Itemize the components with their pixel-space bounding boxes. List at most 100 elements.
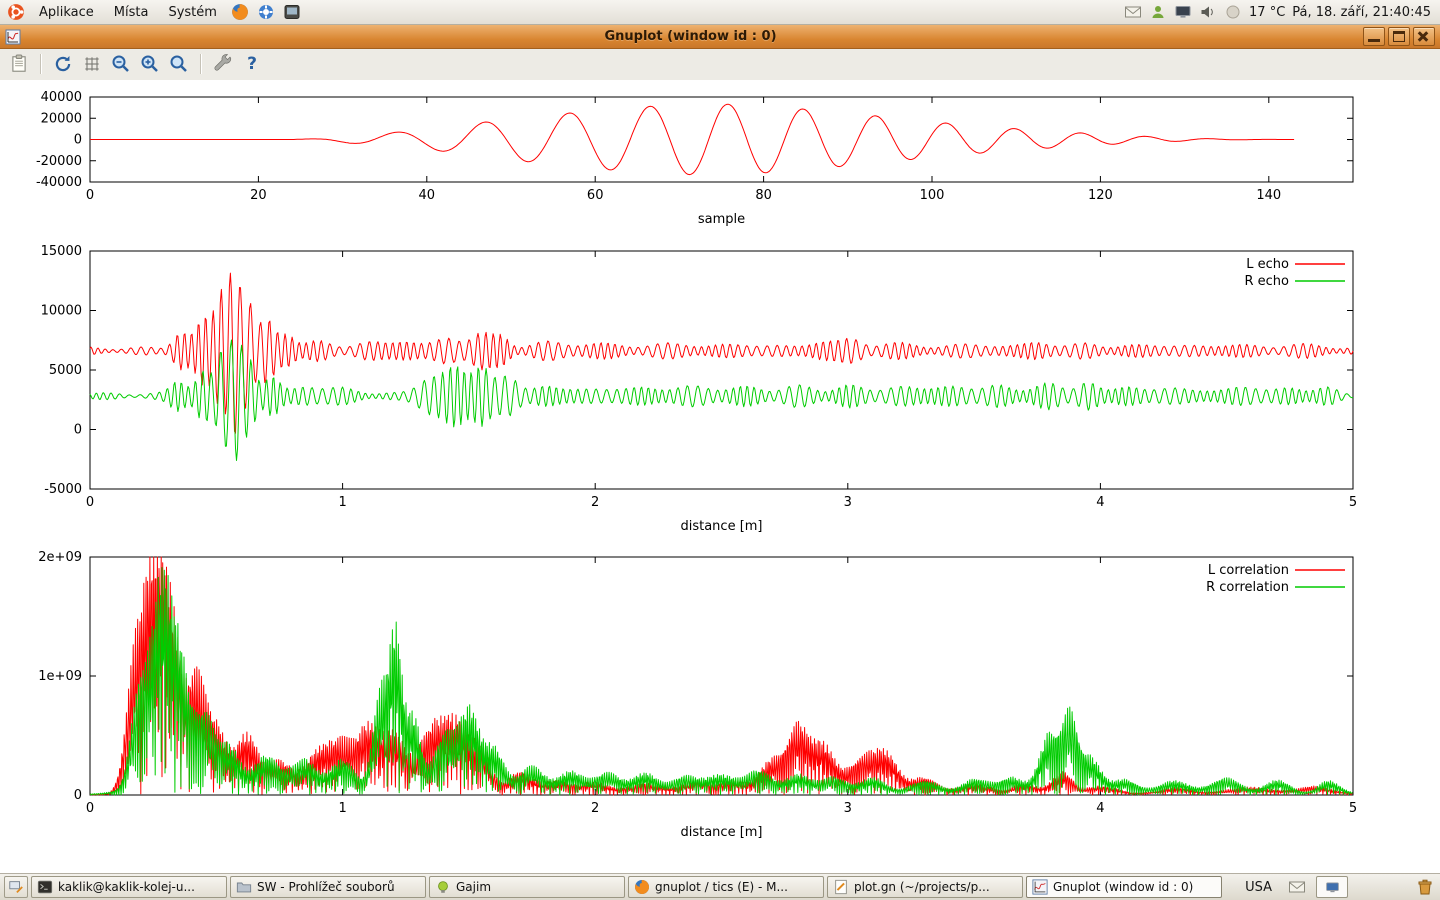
gnuplot-plots[interactable]: 020406080100120140-40000-200000200004000… xyxy=(0,80,1440,874)
volume-icon[interactable] xyxy=(1199,3,1217,21)
x-tick-label: 0 xyxy=(86,495,94,510)
y-tick-label: -20000 xyxy=(36,154,82,169)
desktop: Aplikace Místa Systém xyxy=(0,0,1440,900)
help-launcher-icon[interactable] xyxy=(257,3,275,21)
grid-icon xyxy=(82,54,102,74)
y-tick-label: 0 xyxy=(74,423,82,438)
series-l-correlation xyxy=(90,557,1353,795)
taskbar-button-label: gnuplot / tics (E) - M... xyxy=(655,880,788,894)
chart-1: 012345-5000050001000015000distance [m]L … xyxy=(41,244,1358,534)
mail-icon[interactable] xyxy=(1124,3,1142,21)
x-tick-label: 1 xyxy=(338,495,346,510)
x-tick-label: 1 xyxy=(338,801,346,816)
x-tick-label: 0 xyxy=(86,188,94,203)
user-switcher-icon[interactable] xyxy=(1149,3,1167,21)
taskbar-button-label: plot.gn (~/projects/p... xyxy=(854,880,990,894)
plot-border xyxy=(90,557,1353,795)
display-icon[interactable] xyxy=(1174,3,1192,21)
series-chirp-signal xyxy=(90,104,1294,174)
legend-label: R echo xyxy=(1244,274,1289,289)
minimize-icon xyxy=(1368,39,1380,42)
taskbar-button-firefox[interactable]: gnuplot / tics (E) - M... xyxy=(628,876,824,898)
ubuntu-logo-icon[interactable] xyxy=(7,3,25,21)
x-tick-label: 80 xyxy=(755,188,772,203)
toggle-grid-button[interactable] xyxy=(79,51,105,77)
x-tick-label: 3 xyxy=(844,801,852,816)
magnifier-plus-icon xyxy=(140,54,160,74)
maximize-button[interactable] xyxy=(1388,27,1410,46)
taskbar-button-label: kaklik@kaklik-kolej-u... xyxy=(58,880,195,894)
taskbar-button-terminal[interactable]: kaklik@kaklik-kolej-u... xyxy=(31,876,227,898)
x-tick-label: 20 xyxy=(250,188,267,203)
series-r-correlation xyxy=(90,568,1353,795)
legend-label: L correlation xyxy=(1208,563,1289,578)
plot-canvas[interactable]: 020406080100120140-40000-200000200004000… xyxy=(0,80,1440,874)
help-icon: ? xyxy=(247,54,257,74)
zoom-next-button[interactable] xyxy=(137,51,163,77)
x-tick-label: 140 xyxy=(1256,188,1281,203)
clipboard-icon xyxy=(9,54,29,74)
screenshot-launcher-icon[interactable] xyxy=(283,3,301,21)
weather-icon[interactable] xyxy=(1224,3,1242,21)
autoscale-button[interactable] xyxy=(166,51,192,77)
plot-border xyxy=(90,251,1353,489)
y-tick-label: 40000 xyxy=(41,90,82,105)
taskbar-button-file-manager[interactable]: SW - Prohlížeč souborů xyxy=(230,876,426,898)
keyboard-indicator[interactable]: USA xyxy=(1239,879,1278,896)
gajim-icon xyxy=(435,879,451,895)
menu-applications[interactable]: Aplikace xyxy=(31,3,102,22)
gnuplot-window-icon xyxy=(5,29,21,45)
display-icon xyxy=(1325,880,1340,895)
taskbar-button-gajim[interactable]: Gajim xyxy=(429,876,625,898)
x-tick-label: 5 xyxy=(1349,495,1357,510)
y-tick-label: 0 xyxy=(74,788,82,803)
taskbar-button-editor[interactable]: plot.gn (~/projects/p... xyxy=(827,876,1023,898)
y-tick-label: 15000 xyxy=(41,244,82,259)
help-button[interactable]: ? xyxy=(239,51,265,77)
gnuplot-toolbar: ? xyxy=(0,48,1440,80)
firefox-launcher-icon[interactable] xyxy=(231,3,249,21)
y-tick-label: 0 xyxy=(74,133,82,148)
firefox-icon xyxy=(634,879,650,895)
y-tick-label: 10000 xyxy=(41,304,82,319)
close-button[interactable] xyxy=(1413,27,1435,46)
taskbar: kaklik@kaklik-kolej-u... SW - Prohlížeč … xyxy=(0,873,1440,900)
menu-places[interactable]: Místa xyxy=(106,3,157,22)
menu-system[interactable]: Systém xyxy=(160,3,224,22)
file-manager-icon xyxy=(236,879,252,895)
titlebar[interactable]: Gnuplot (window id : 0) xyxy=(0,24,1440,49)
panel-tray: 17 °C Pá, 18. září, 21:40:45 xyxy=(1124,3,1435,21)
series-l-echo xyxy=(90,273,1353,433)
taskbar-button-label: Gajim xyxy=(456,880,491,894)
taskbar-button-label: Gnuplot (window id : 0) xyxy=(1053,880,1193,894)
display-tray-button[interactable] xyxy=(1316,876,1348,898)
maximize-icon xyxy=(1393,31,1405,42)
clock[interactable]: Pá, 18. září, 21:40:45 xyxy=(1292,5,1431,20)
x-tick-label: 0 xyxy=(86,801,94,816)
show-desktop-button[interactable] xyxy=(4,876,28,898)
y-tick-label: 5000 xyxy=(49,363,82,378)
y-tick-label: 2e+09 xyxy=(38,550,82,565)
chart-2: 01234501e+092e+09distance [m]L correlati… xyxy=(38,550,1357,840)
x-tick-label: 100 xyxy=(920,188,945,203)
legend-label: L echo xyxy=(1246,257,1289,272)
copy-to-clipboard-button[interactable] xyxy=(6,51,32,77)
x-axis-label: distance [m] xyxy=(680,825,762,840)
replot-button[interactable] xyxy=(50,51,76,77)
toolbar-separator xyxy=(200,54,202,74)
taskbar-button-gnuplot[interactable]: Gnuplot (window id : 0) xyxy=(1026,876,1222,898)
zoom-previous-button[interactable] xyxy=(108,51,134,77)
taskbar-button-label: SW - Prohlížeč souborů xyxy=(257,880,395,894)
x-tick-label: 40 xyxy=(419,188,436,203)
minimize-button[interactable] xyxy=(1363,27,1385,46)
mail-tray-icon[interactable] xyxy=(1288,878,1306,896)
y-tick-label: -40000 xyxy=(36,175,82,190)
temperature[interactable]: 17 °C xyxy=(1249,5,1285,20)
configure-button[interactable] xyxy=(210,51,236,77)
y-tick-label: 1e+09 xyxy=(38,669,82,684)
x-tick-label: 120 xyxy=(1088,188,1113,203)
x-tick-label: 4 xyxy=(1096,495,1104,510)
gnuplot-icon xyxy=(1032,879,1048,895)
taskbar-tray: USA xyxy=(1239,876,1436,898)
trash-icon[interactable] xyxy=(1416,878,1434,896)
